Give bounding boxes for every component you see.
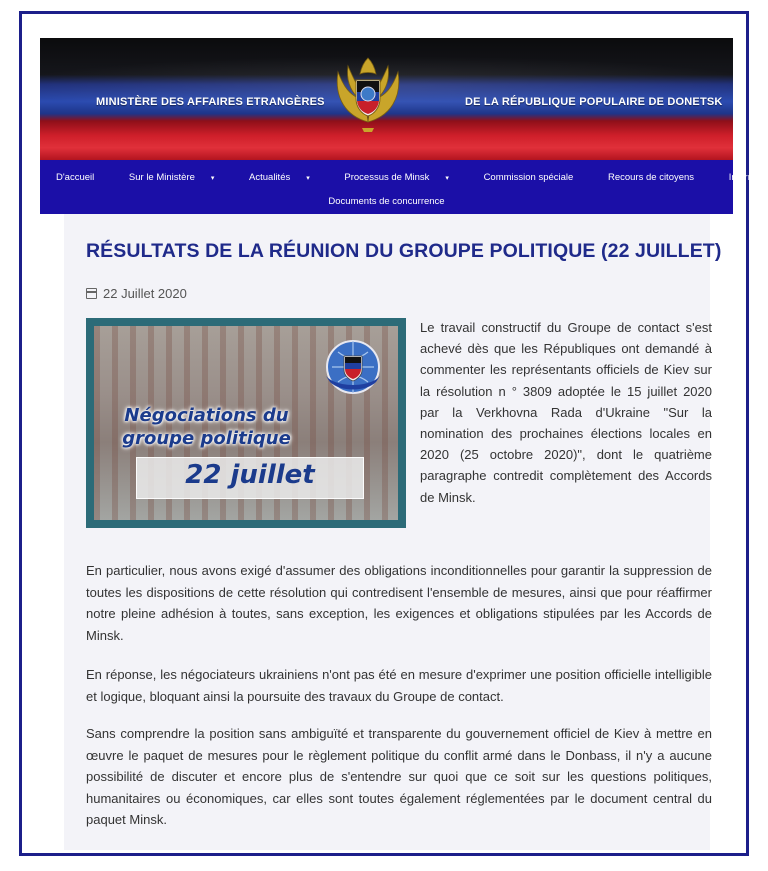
chevron-down-icon: ▾ bbox=[210, 175, 215, 182]
image-caption-title: Négociations du groupe politique bbox=[122, 405, 291, 449]
nav-row-primary: D'accueil Sur le Ministère ▾ Actualités ▾ … bbox=[40, 172, 768, 183]
nav-item-recours-de-citoyens[interactable]: Recours de citoyens bbox=[600, 172, 702, 183]
article-date: 22 Juillet 2020 bbox=[86, 286, 187, 301]
eagle-emblem-icon[interactable] bbox=[328, 50, 408, 134]
calendar-icon bbox=[86, 288, 97, 299]
chevron-down-icon: ▾ bbox=[306, 175, 310, 182]
article-image-photo: Négociations du groupe politique 22 juil… bbox=[94, 326, 398, 520]
nav-item-information-utile[interactable]: Information utile bbox=[721, 172, 768, 183]
article-date-text: 22 Juillet 2020 bbox=[103, 286, 187, 301]
article-title: RÉSULTATS DE LA RÉUNION DU GROUPE POLITI… bbox=[86, 240, 722, 262]
image-date-text: 22 juillet bbox=[185, 460, 315, 490]
article-paragraph-2: En particulier, nous avons exigé d'assum… bbox=[86, 563, 712, 643]
chevron-down-icon: ▾ bbox=[445, 175, 449, 182]
nav-item-processus-de-minsk[interactable]: Processus de Minsk ▾ bbox=[336, 172, 457, 183]
nav-item-sur-le-ministere[interactable]: Sur le Ministère ▾ bbox=[121, 172, 223, 183]
article-image[interactable]: Négociations du groupe politique 22 juil… bbox=[86, 318, 406, 528]
article-paragraph-1: Le travail constructif du Groupe de cont… bbox=[420, 320, 712, 505]
nav-item-commission-speciale[interactable]: Commission spéciale bbox=[476, 172, 582, 183]
main-navigation: D'accueil Sur le Ministère ▾ Actualités ▾ … bbox=[40, 160, 768, 214]
article-paragraph-3: En réponse, les négociateurs ukrainiens … bbox=[86, 667, 712, 704]
nav-item-accueil[interactable]: D'accueil bbox=[48, 172, 102, 183]
nav-item-actualites[interactable]: Actualités ▾ bbox=[241, 172, 318, 183]
nav-item-documents-de-concurrence[interactable]: Documents de concurrence bbox=[40, 196, 733, 207]
ministry-title-left: MINISTÈRE DES AFFAIRES ETRANGÈRES bbox=[96, 96, 325, 108]
header-banner: MINISTÈRE DES AFFAIRES ETRANGÈRES DE LA … bbox=[40, 38, 733, 160]
republic-title-right: DE LA RÉPUBLIQUE POPULAIRE DE DONETSK bbox=[465, 96, 723, 108]
article-paragraph-4: Sans comprendre la position sans ambiguï… bbox=[86, 726, 712, 827]
globe-emblem-icon bbox=[326, 340, 380, 394]
